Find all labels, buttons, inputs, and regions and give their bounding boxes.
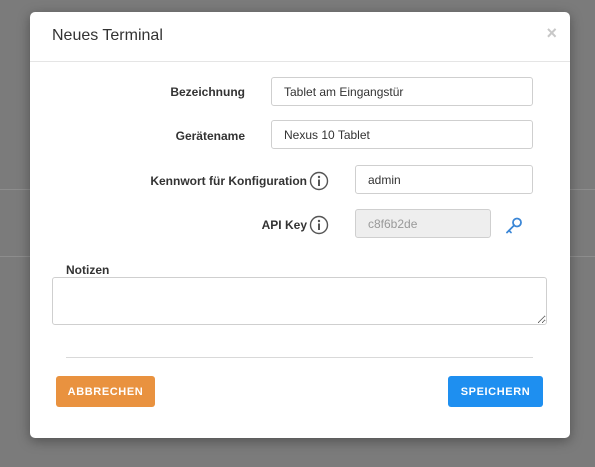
backdrop-divider (569, 189, 595, 190)
password-input[interactable] (355, 165, 533, 194)
backdrop-divider (569, 256, 595, 257)
name-label: Bezeichnung (170, 85, 245, 99)
api-key-input (355, 209, 491, 238)
info-circle-icon[interactable] (309, 171, 329, 191)
device-name-input[interactable] (271, 120, 533, 149)
dialog-title: Neues Terminal (52, 27, 163, 44)
backdrop-divider (0, 256, 30, 257)
info-circle-icon[interactable] (309, 215, 329, 235)
notes-textarea[interactable] (52, 277, 547, 325)
device-name-label: Gerätename (175, 129, 245, 143)
name-input[interactable] (271, 77, 533, 106)
key-icon[interactable] (504, 216, 524, 236)
dialog-header: Neues Terminal × (30, 12, 570, 62)
save-button[interactable]: SPEICHERN (448, 376, 543, 407)
api-key-label: API Key (261, 218, 307, 232)
password-label: Kennwort für Konfiguration (150, 174, 307, 188)
backdrop-divider (0, 189, 30, 190)
notes-label: Notizen (66, 263, 110, 277)
footer-divider (66, 357, 533, 358)
cancel-button[interactable]: ABBRECHEN (56, 376, 155, 407)
close-icon[interactable]: × (546, 24, 557, 42)
new-terminal-dialog: Neues Terminal × Bezeichnung Gerätename … (30, 12, 570, 438)
